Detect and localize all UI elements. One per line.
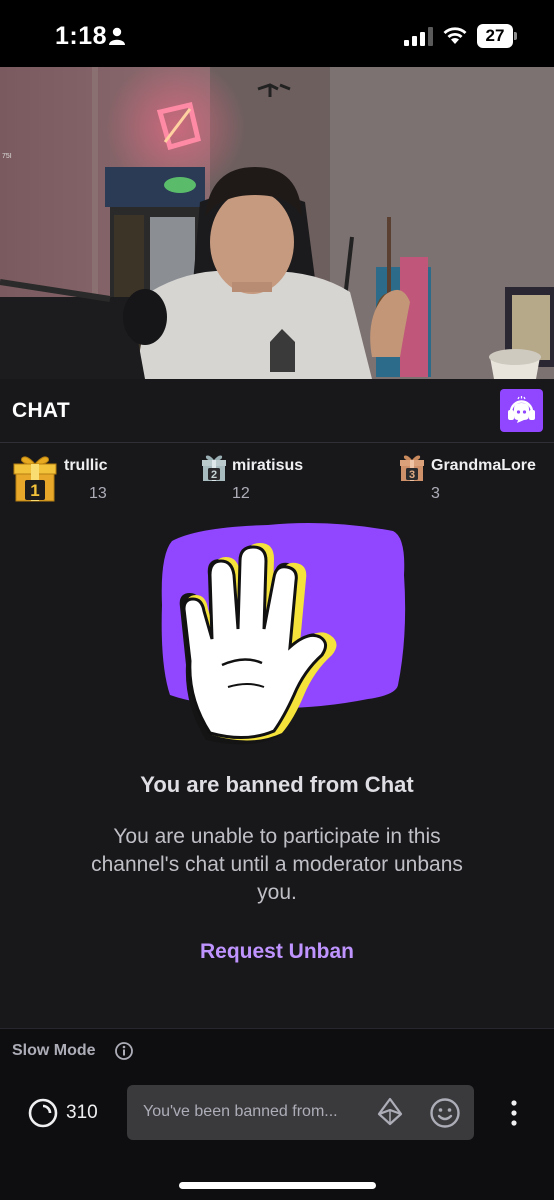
gift-leaderboard: 1 trullic 13 2 miratisus 12 3 GrandmaLor… [0, 444, 554, 512]
gifter-name: trullic [64, 457, 108, 474]
emote-icon[interactable] [429, 1097, 461, 1129]
chat-input-placeholder: You've been banned from... [143, 1103, 338, 1120]
channel-points-count: 310 [66, 1102, 98, 1123]
gifter-name: miratisus [232, 457, 304, 474]
video-overlay-text: 75I [2, 153, 12, 160]
status-time: 1:18 [55, 22, 108, 50]
gifter-count: 13 [89, 485, 107, 502]
raised-hand-icon [161, 523, 406, 745]
svg-text:2: 2 [211, 469, 217, 481]
more-icon[interactable] [507, 1099, 521, 1127]
stream-video-frame [0, 67, 554, 379]
video-player[interactable]: 75I [0, 67, 554, 379]
svg-text:3: 3 [409, 469, 415, 481]
wifi-icon [443, 27, 467, 44]
silver-gift-icon: 2 [202, 455, 226, 481]
chat-input-area: Slow Mode 310 You've been banned from... [0, 1028, 554, 1200]
battery-icon: 27 [477, 24, 517, 48]
svg-text:1: 1 [30, 481, 39, 500]
chat-input[interactable]: You've been banned from... [127, 1085, 474, 1140]
ban-description: You are unable to participate in this ch… [91, 825, 463, 904]
ban-title: You are banned from Chat [140, 772, 414, 797]
status-bar: 1:18 27 [0, 0, 554, 67]
chat-title: CHAT [12, 399, 70, 422]
home-indicator[interactable] [179, 1182, 376, 1189]
gifter-name: GrandmaLore [431, 457, 536, 474]
gifter-count: 12 [232, 485, 250, 502]
chat-header: CHAT [0, 379, 554, 443]
chat-bot-headphones-icon [508, 396, 535, 423]
gold-gift-icon: 1 [13, 456, 57, 502]
battery-level: 27 [485, 26, 505, 45]
channel-points-icon[interactable] [27, 1097, 59, 1129]
gifter-count: 3 [431, 485, 440, 502]
info-icon[interactable] [114, 1041, 134, 1061]
request-unban-button[interactable]: Request Unban [0, 940, 554, 964]
chat-app-button[interactable] [500, 389, 543, 432]
person-icon [109, 27, 125, 45]
bits-icon[interactable] [375, 1097, 405, 1127]
slow-mode-label: Slow Mode [12, 1042, 96, 1059]
bronze-gift-icon: 3 [400, 455, 424, 481]
signal-icon [404, 27, 433, 46]
